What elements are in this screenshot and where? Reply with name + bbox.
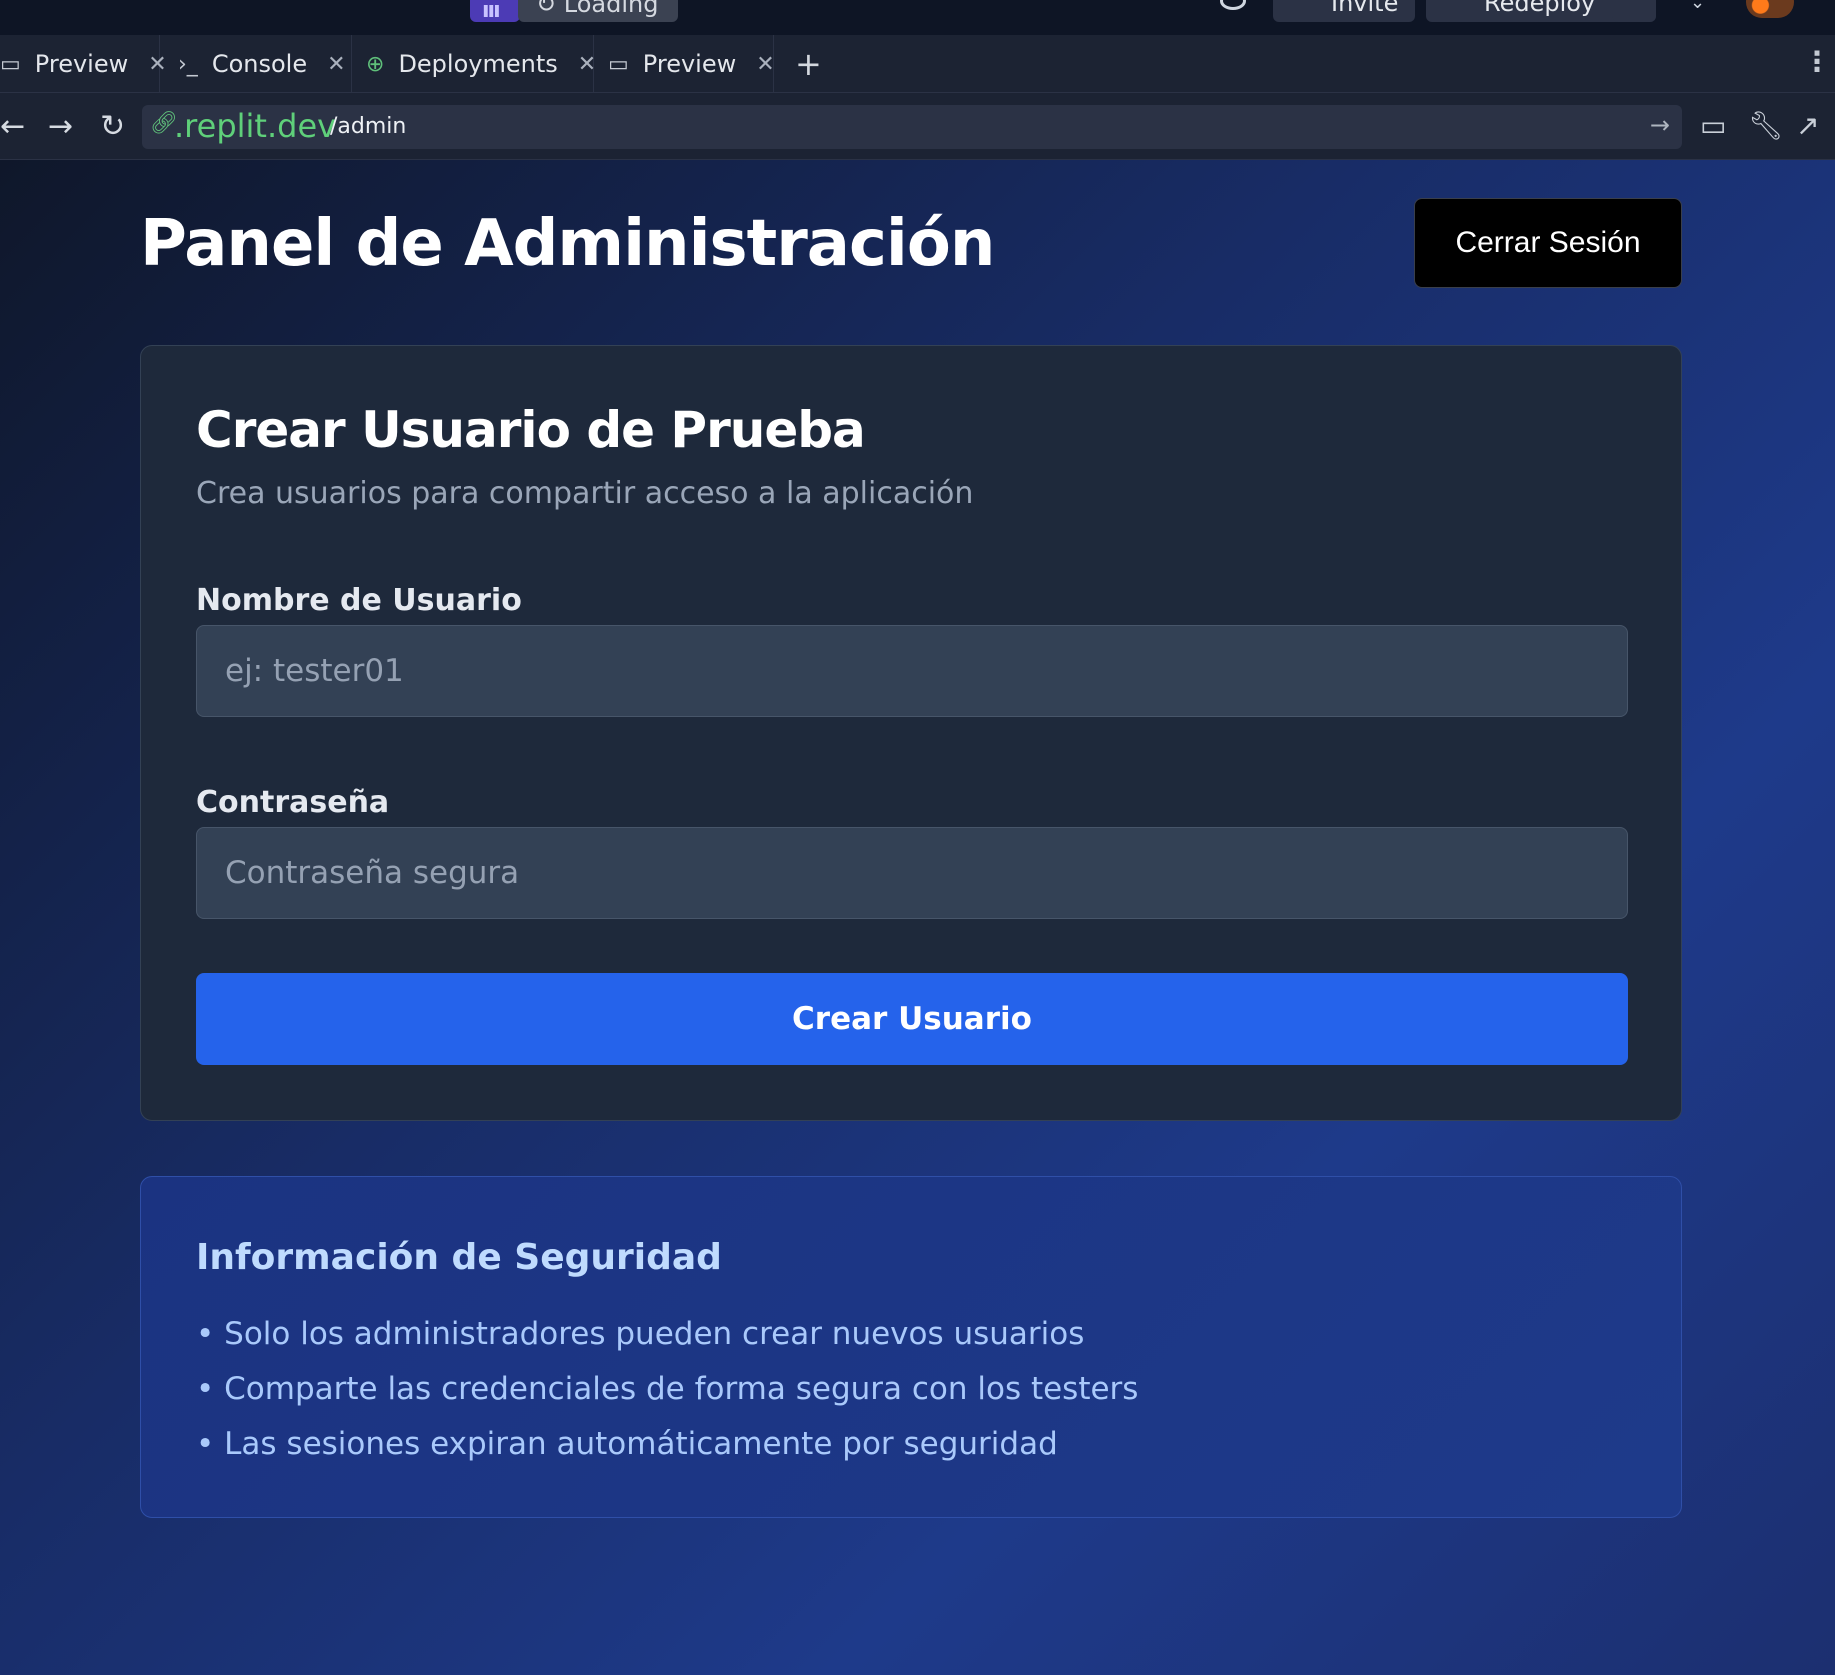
card-subtitle: Crea usuarios para compartir acceso a la… bbox=[196, 476, 974, 511]
spinner-icon: ↻ bbox=[536, 0, 564, 18]
chevron-down-icon[interactable]: ⌄ bbox=[1690, 0, 1705, 13]
tab-console[interactable]: ›_ Console ✕ bbox=[160, 35, 352, 93]
password-input[interactable] bbox=[196, 827, 1628, 919]
invite-button[interactable]: Invite bbox=[1273, 0, 1415, 22]
add-tab-icon[interactable]: + bbox=[795, 45, 822, 83]
security-info-title: Información de Seguridad bbox=[196, 1237, 722, 1278]
password-label: Contraseña bbox=[196, 785, 390, 820]
tab-label: Console bbox=[211, 50, 308, 78]
username-input[interactable] bbox=[196, 625, 1628, 717]
tab-preview-2[interactable]: ▭ Preview ✕ bbox=[594, 35, 775, 93]
invite-label: Invite bbox=[1331, 0, 1399, 17]
redeploy-label: Redeploy bbox=[1484, 0, 1596, 17]
close-icon[interactable]: ✕ bbox=[327, 52, 345, 77]
security-info-panel: Información de Seguridad • Solo los admi… bbox=[140, 1176, 1682, 1518]
go-arrow-icon[interactable]: → bbox=[1650, 111, 1670, 139]
terminal-icon: ›_ bbox=[178, 51, 198, 77]
reload-icon[interactable]: ↻ bbox=[100, 109, 125, 144]
page-title: Panel de Administración bbox=[140, 207, 995, 281]
address-bar-row: ← → ↻ 🔗︎ .replit.dev /admin → ▭ 🔧︎ ↗ bbox=[0, 93, 1835, 160]
tab-label: Deployments bbox=[398, 50, 558, 78]
card-title: Crear Usuario de Prueba bbox=[196, 401, 866, 459]
tab-label: Preview bbox=[642, 50, 737, 78]
monitor-icon: ▭ bbox=[608, 51, 629, 77]
close-icon[interactable]: ✕ bbox=[756, 52, 774, 77]
deployments-icon: ⊕ bbox=[366, 51, 385, 77]
security-info-list: • Solo los administradores pueden crear … bbox=[196, 1307, 1138, 1472]
tab-bar: ▭ Preview ✕ ›_ Console ✕ ⊕ Deployments ✕… bbox=[0, 35, 1835, 93]
tab-deployments[interactable]: ⊕ Deployments ✕ bbox=[352, 35, 596, 93]
replit-logo-icon[interactable]: ııı bbox=[470, 0, 520, 23]
back-arrow-icon[interactable]: ← bbox=[0, 109, 25, 144]
username-label: Nombre de Usuario bbox=[196, 583, 522, 618]
list-item: • Las sesiones expiran automáticamente p… bbox=[196, 1426, 1058, 1462]
url-path: /admin bbox=[330, 114, 407, 139]
create-user-card: Crear Usuario de Prueba Crea usuarios pa… bbox=[140, 345, 1682, 1121]
create-user-button[interactable]: Crear Usuario bbox=[196, 973, 1628, 1065]
list-item: • Comparte las credenciales de forma seg… bbox=[196, 1371, 1139, 1407]
device-icon[interactable]: ▭ bbox=[1700, 109, 1726, 142]
tab-label: Preview bbox=[34, 50, 129, 78]
loading-indicator: ↻ Loading bbox=[518, 0, 678, 22]
admin-page: Panel de Administración Cerrar Sesión Cr… bbox=[0, 160, 1835, 1675]
forward-arrow-icon[interactable]: → bbox=[48, 109, 73, 144]
monitor-icon: ▭ bbox=[0, 51, 21, 77]
avatar[interactable] bbox=[1746, 0, 1794, 18]
list-item: • Solo los administradores pueden crear … bbox=[196, 1316, 1085, 1352]
tab-preview[interactable]: ▭ Preview ✕ bbox=[0, 35, 167, 93]
open-external-icon[interactable]: ↗ bbox=[1796, 109, 1819, 142]
loading-label: Loading bbox=[563, 0, 659, 18]
more-options-icon[interactable]: ⋮ bbox=[1803, 45, 1831, 78]
publish-menu-button[interactable] bbox=[1612, 0, 1656, 22]
logout-button[interactable]: Cerrar Sesión bbox=[1414, 198, 1682, 288]
devtools-wrench-icon[interactable]: 🔧︎ bbox=[1748, 109, 1784, 142]
workspace-header: ııı ↻ Loading Invite Redeploy ⌄ bbox=[0, 0, 1835, 35]
url-domain: .replit.dev bbox=[174, 107, 337, 145]
search-icon[interactable] bbox=[1220, 0, 1246, 10]
url-field[interactable]: 🔗︎ .replit.dev /admin → bbox=[142, 105, 1682, 149]
